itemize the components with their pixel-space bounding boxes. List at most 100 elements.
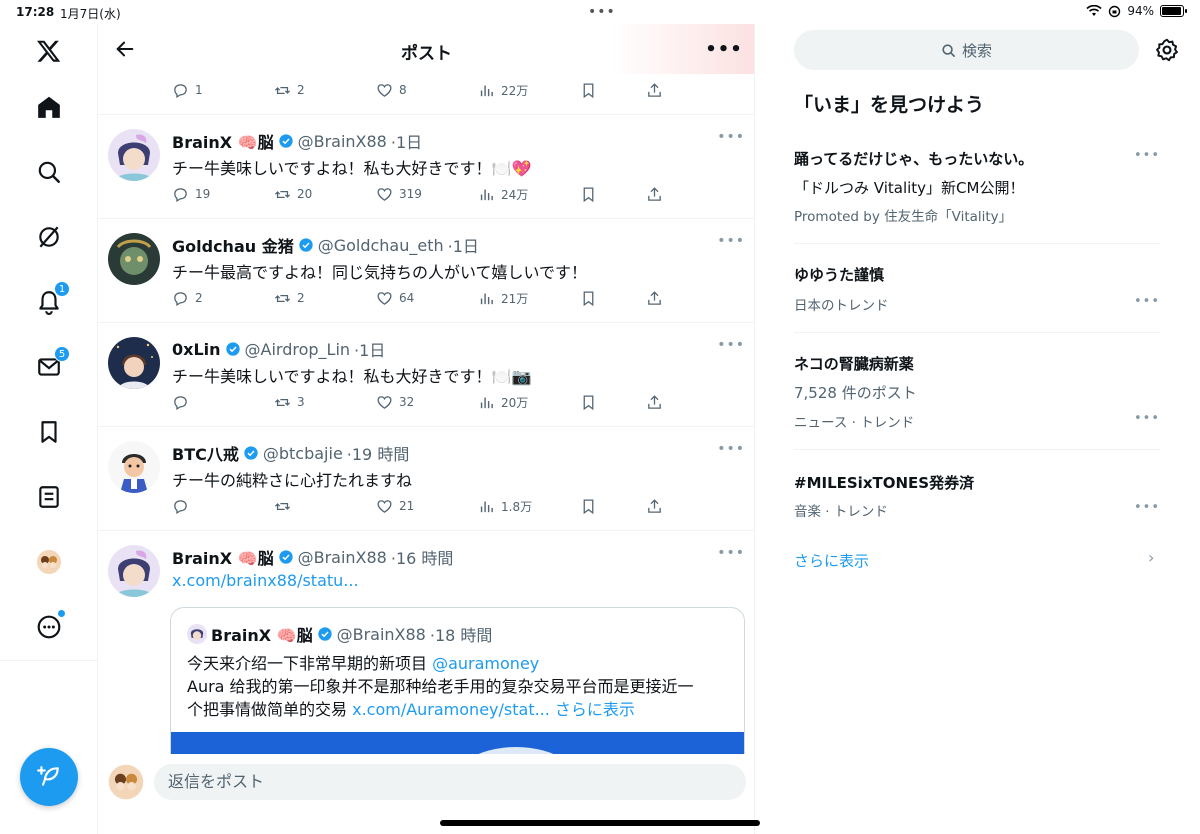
trend-item[interactable]: #MILESixTONES発券済 音楽 · トレンド •••: [794, 450, 1160, 538]
heart-icon: [377, 499, 392, 513]
notifications-bell-icon[interactable]: 1: [24, 277, 74, 327]
like-count: 21: [399, 499, 415, 513]
like-button[interactable]: 64: [376, 290, 414, 307]
reply-icon: [174, 83, 187, 98]
x-logo-icon[interactable]: [24, 26, 74, 76]
repost-button[interactable]: [274, 498, 297, 515]
multitask-dots-icon[interactable]: •••: [588, 4, 616, 20]
author-handle[interactable]: @BrainX88: [298, 548, 387, 567]
bookmark-button[interactable]: [580, 290, 597, 307]
views-button[interactable]: 21万: [478, 290, 528, 307]
views-button[interactable]: 24万: [478, 186, 528, 203]
avatar[interactable]: [108, 545, 160, 597]
author-name[interactable]: BTC八戒: [172, 441, 239, 465]
reply-button[interactable]: [172, 498, 195, 515]
settings-gear-icon[interactable]: [1154, 37, 1180, 63]
header-more-icon[interactable]: •••: [705, 34, 742, 64]
trend-more-icon[interactable]: •••: [1134, 294, 1160, 309]
author-handle[interactable]: @BrainX88: [298, 132, 387, 151]
search-icon[interactable]: [24, 147, 74, 197]
trend-subtitle: 「ドルつみ Vitality」新CM公開！: [794, 179, 1025, 197]
profile-avatar[interactable]: [24, 537, 74, 587]
left-nav: 1 5: [0, 24, 98, 834]
bookmark-icon: [583, 186, 594, 202]
views-button[interactable]: 1.8万: [478, 498, 532, 515]
bookmark-button[interactable]: [580, 186, 597, 203]
trend-more-icon[interactable]: •••: [1134, 411, 1160, 426]
show-more-link[interactable]: さらに表示: [550, 700, 635, 719]
repost-button[interactable]: 3: [274, 394, 305, 411]
post-more-icon[interactable]: •••: [717, 545, 745, 561]
quote-author-handle[interactable]: @BrainX88: [337, 625, 426, 644]
trend-title: ネコの腎臓病新薬: [794, 355, 914, 373]
reply-post[interactable]: BTC八戒 @btcbajie ·19 時間 ••• チー牛の純粋さに心打たれま…: [98, 427, 754, 531]
post-more-icon[interactable]: •••: [717, 441, 745, 457]
bookmark-button[interactable]: [580, 498, 597, 515]
bookmark-button[interactable]: [580, 82, 597, 99]
verified-badge-icon: [244, 446, 258, 460]
repost-button[interactable]: 2: [274, 290, 305, 307]
show-more-link[interactable]: さらに表示: [794, 550, 869, 571]
like-button[interactable]: 8: [376, 82, 407, 99]
reply-post[interactable]: Goldchau 金猪 @Goldchau_eth ·1日 ••• チー牛最高で…: [98, 219, 754, 323]
repost-button[interactable]: 2: [274, 82, 305, 99]
trend-post-count: 7,528 件のポスト: [794, 384, 917, 402]
my-avatar[interactable]: [108, 764, 144, 800]
share-button[interactable]: [646, 82, 663, 99]
home-icon[interactable]: [24, 82, 74, 132]
post-more-icon[interactable]: •••: [717, 233, 745, 249]
author-name[interactable]: BrainX 🧠脳: [172, 129, 274, 153]
avatar[interactable]: [108, 129, 160, 181]
author-handle[interactable]: @Airdrop_Lin: [245, 340, 351, 359]
trend-more-icon[interactable]: •••: [1134, 500, 1160, 515]
views-button[interactable]: 22万: [478, 82, 528, 99]
share-button[interactable]: [646, 498, 663, 515]
avatar[interactable]: [108, 441, 160, 493]
bookmark-button[interactable]: [580, 394, 597, 411]
trend-item[interactable]: 踊ってるだけじゃ、もったいない。 ••• 「ドルつみ Vitality」新CM公…: [794, 142, 1160, 244]
trend-more-icon[interactable]: •••: [1134, 148, 1160, 163]
author-name[interactable]: 0xLin: [172, 340, 221, 359]
author-name[interactable]: BrainX 🧠脳: [172, 545, 274, 569]
share-button[interactable]: [646, 186, 663, 203]
grok-icon[interactable]: [24, 212, 74, 262]
post-more-icon[interactable]: •••: [717, 129, 745, 145]
author-name[interactable]: Goldchau 金猪: [172, 233, 294, 257]
views-button[interactable]: 20万: [478, 394, 528, 411]
reply-button[interactable]: 1: [172, 82, 203, 99]
compose-post-button[interactable]: [20, 748, 78, 806]
like-button[interactable]: 21: [376, 498, 414, 515]
notifications-badge: 1: [54, 281, 70, 297]
repost-button[interactable]: 20: [274, 186, 312, 203]
share-button[interactable]: [646, 394, 663, 411]
trend-item[interactable]: ゆゆうた謹慎 日本のトレンド •••: [794, 244, 1160, 333]
quote-url-link[interactable]: x.com/Auramoney/stat...: [352, 700, 550, 719]
bookmarks-icon[interactable]: [24, 407, 74, 457]
trend-title: ゆゆうた謹慎: [794, 266, 885, 284]
home-indicator[interactable]: [440, 820, 760, 826]
reply-button[interactable]: 19: [172, 186, 210, 203]
reply-input[interactable]: 返信をポスト: [154, 764, 746, 800]
reply-button[interactable]: [172, 394, 195, 411]
more-options-icon[interactable]: [24, 602, 74, 652]
post-link[interactable]: x.com/brainx88/statu...: [172, 571, 359, 590]
quote-author-name[interactable]: BrainX 🧠脳: [211, 622, 313, 646]
reply-button[interactable]: 2: [172, 290, 203, 307]
avatar[interactable]: [108, 233, 160, 285]
like-button[interactable]: 319: [376, 186, 422, 203]
share-button[interactable]: [646, 290, 663, 307]
messages-envelope-icon[interactable]: 5: [24, 342, 74, 392]
avatar[interactable]: [108, 337, 160, 389]
lists-icon[interactable]: [24, 472, 74, 522]
search-input[interactable]: 検索: [794, 30, 1139, 70]
author-handle[interactable]: @Goldchau_eth: [318, 236, 444, 255]
quote-avatar[interactable]: [187, 624, 207, 644]
trend-item[interactable]: ネコの腎臓病新薬 7,528 件のポスト ニュース · トレンド •••: [794, 333, 1160, 450]
reply-post[interactable]: 0xLin @Airdrop_Lin ·1日 ••• チー牛美味しいですよね！私…: [98, 323, 754, 427]
reply-post[interactable]: BrainX 🧠脳 @BrainX88 ·1日 ••• チー牛美味しいですよね！…: [98, 115, 754, 219]
like-button[interactable]: 32: [376, 394, 414, 411]
repost-count: 20: [297, 187, 313, 201]
author-handle[interactable]: @btcbajie: [263, 444, 343, 463]
post-more-icon[interactable]: •••: [717, 337, 745, 353]
mention-link[interactable]: @auramoney: [432, 654, 539, 673]
